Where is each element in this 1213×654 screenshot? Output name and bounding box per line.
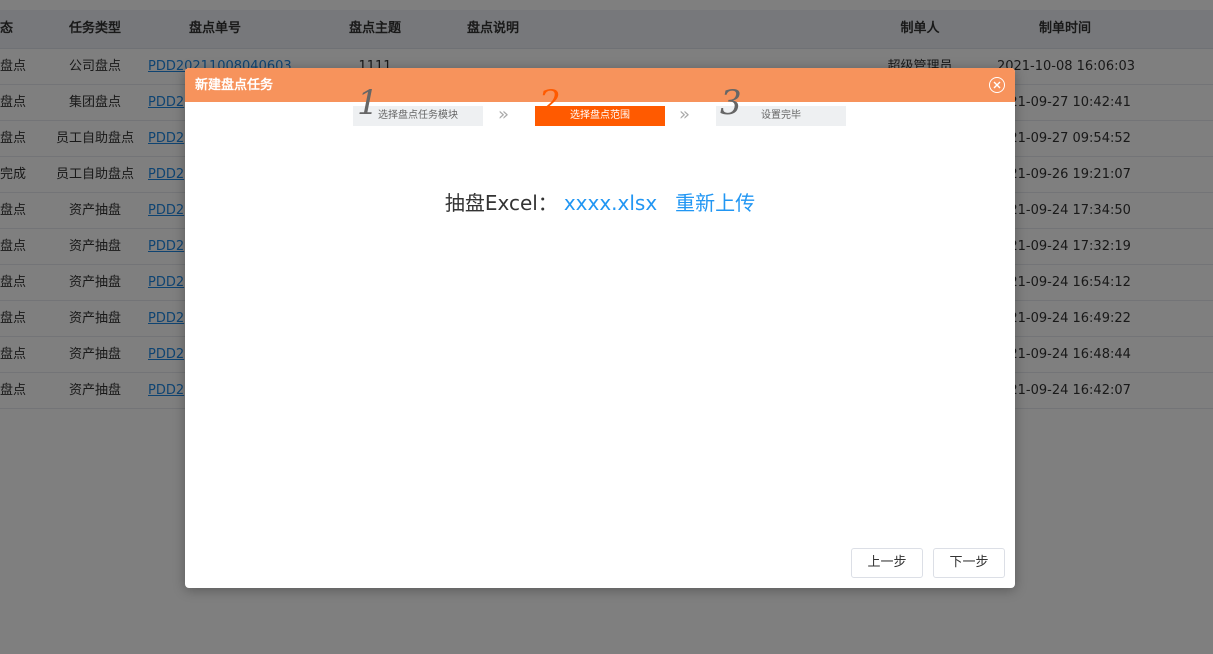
step-2-active: 选择盘点范围 2 <box>535 83 665 128</box>
prev-step-button[interactable]: 上一步 <box>851 548 923 578</box>
next-step-button[interactable]: 下一步 <box>933 548 1005 578</box>
uploaded-file-link[interactable]: xxxx.xlsx <box>564 191 657 215</box>
step-arrow-icon: » <box>498 104 510 125</box>
step-1: 选择盘点任务模块 1 <box>353 83 483 128</box>
step-indicator: 选择盘点任务模块 1 » 选择盘点范围 2 » 设置完毕 3 <box>353 83 853 128</box>
new-task-modal: 新建盘点任务 选择盘点任务模块 1 » 选择盘点范围 2 » 设置完毕 3 抽盘… <box>185 68 1015 588</box>
step-arrow-icon: » <box>679 104 691 125</box>
close-circle-icon[interactable] <box>989 77 1005 93</box>
upload-label: 抽盘Excel： <box>444 191 558 215</box>
reupload-link[interactable]: 重新上传 <box>675 191 755 215</box>
upload-line: 抽盘Excel： xxxx.xlsx 重新上传 <box>185 187 1015 216</box>
modal-title: 新建盘点任务 <box>195 78 274 93</box>
step-2-number: 2 <box>539 83 561 123</box>
step-3: 设置完毕 3 <box>716 83 846 128</box>
close-icon <box>993 81 1001 89</box>
step-1-number: 1 <box>357 83 379 123</box>
step-3-number: 3 <box>720 83 742 123</box>
